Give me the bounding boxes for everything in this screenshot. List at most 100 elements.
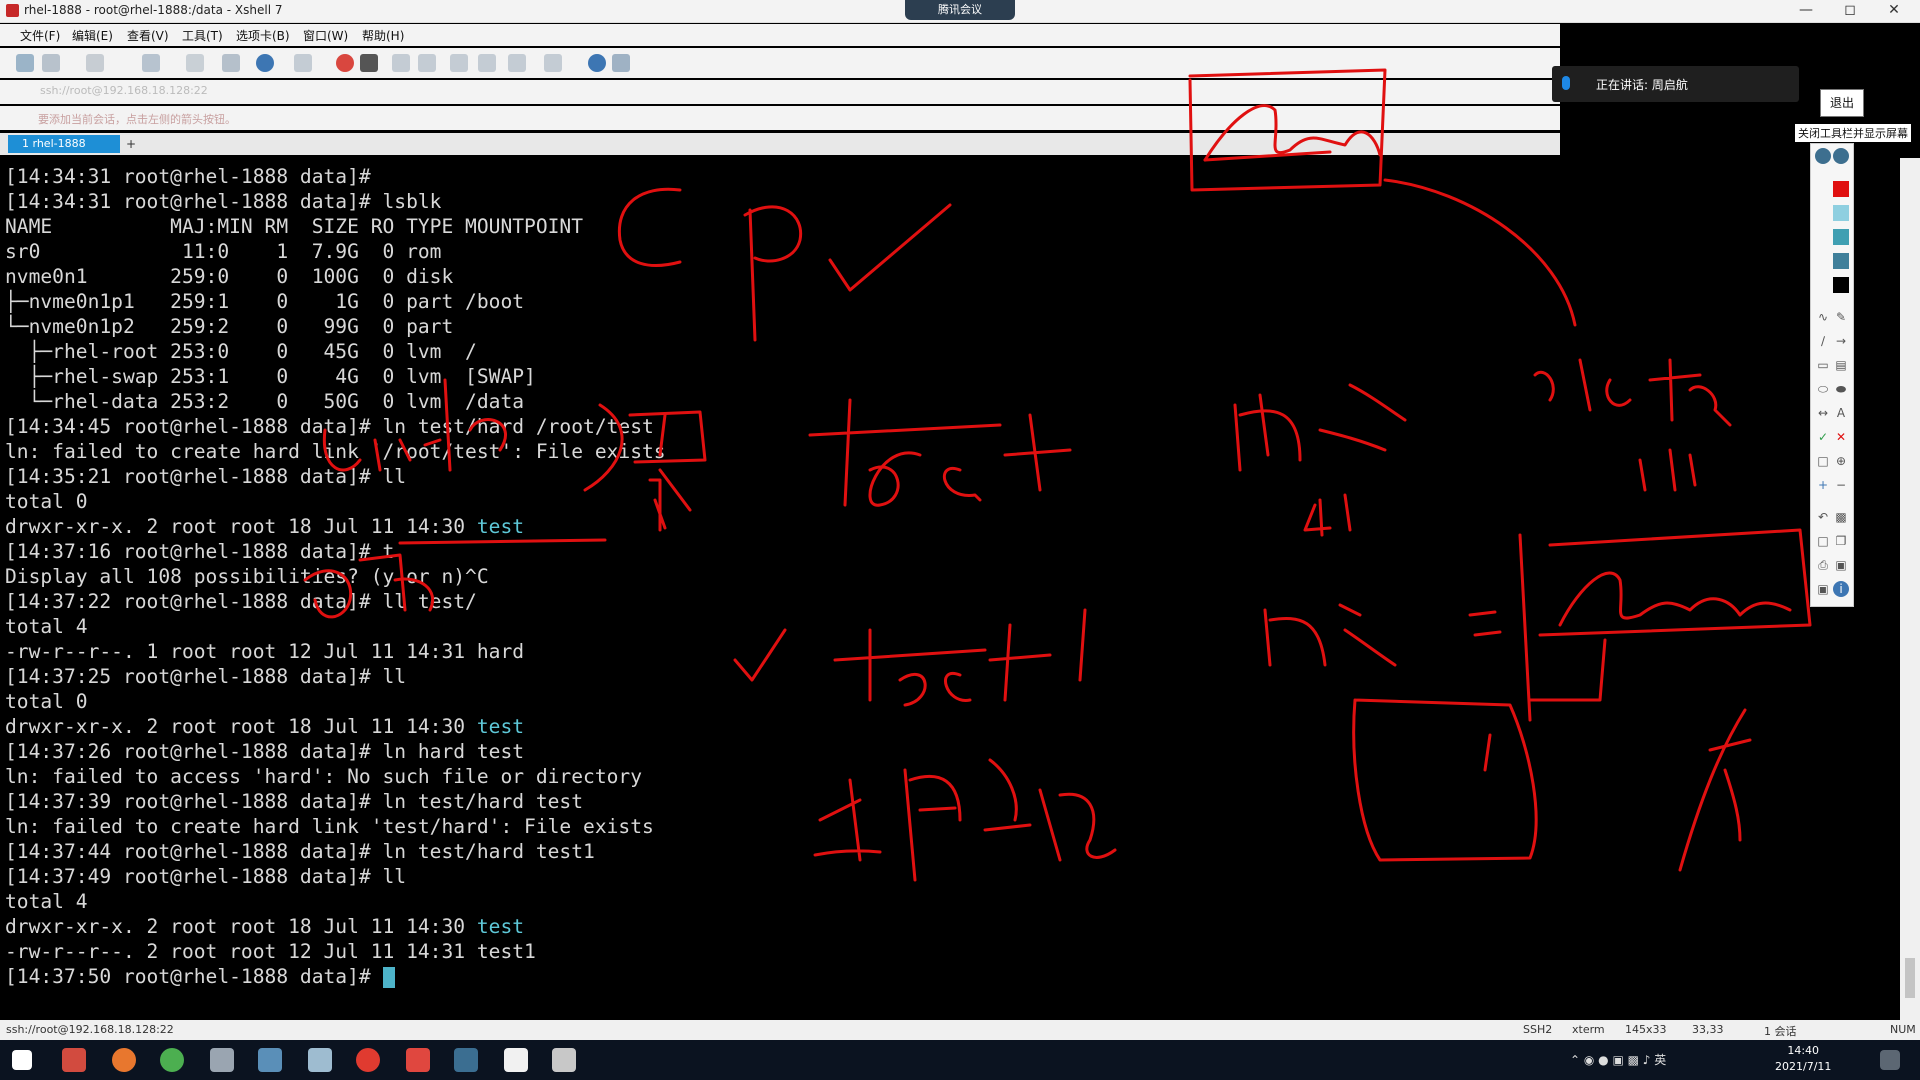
find-icon[interactable]: [186, 54, 204, 72]
add-icon[interactable]: +: [1815, 477, 1831, 493]
menu-help[interactable]: 帮助(H): [362, 27, 404, 44]
layout-icon[interactable]: [508, 54, 526, 72]
terminal-line-text: [14:34:31 root@rhel-1888 data]# lsblk: [5, 190, 442, 213]
menu-file[interactable]: 文件(F): [20, 27, 60, 44]
menu-tabs[interactable]: 选项卡(B): [236, 27, 290, 44]
exit-annotation-button[interactable]: 退出: [1820, 89, 1864, 117]
trash-icon[interactable]: ▩: [1833, 509, 1849, 525]
help-icon[interactable]: [588, 54, 606, 72]
globe-icon[interactable]: [256, 54, 274, 72]
firefox-icon[interactable]: [112, 1048, 136, 1072]
terminal-line: ln: failed to access 'hard': No such fil…: [5, 764, 666, 789]
meeting-badge[interactable]: 腾讯会议: [905, 0, 1015, 20]
highlighter-icon[interactable]: ✎: [1833, 309, 1849, 325]
xshell-taskbar-icon[interactable]: [406, 1048, 430, 1072]
terminal-line-text: ├─rhel-root 253:0 0 45G 0 lvm /: [5, 340, 477, 363]
freehand-icon[interactable]: ∿: [1815, 309, 1831, 325]
double-arrow-icon[interactable]: ↔: [1815, 405, 1831, 421]
minus-icon[interactable]: −: [1833, 477, 1849, 493]
terminal-line-text: -rw-r--r--. 2 root root 12 Jul 11 14:31 …: [5, 940, 536, 963]
lock-icon[interactable]: [418, 54, 436, 72]
menu-bar: 文件(F) 编辑(E) 查看(V) 工具(T) 选项卡(B) 窗口(W) 帮助(…: [0, 24, 1560, 46]
terminal-line: [14:37:49 root@rhel-1888 data]# ll: [5, 864, 666, 889]
color-blue-icon[interactable]: [1833, 253, 1849, 269]
undo-icon[interactable]: ↶: [1815, 509, 1831, 525]
windows-start-icon[interactable]: [12, 1050, 32, 1070]
color-black-icon[interactable]: [1833, 277, 1849, 293]
taskbar-clock[interactable]: 14:40 2021/7/11: [1775, 1043, 1831, 1075]
copy-icon[interactable]: [142, 54, 160, 72]
chrome-icon[interactable]: [160, 1048, 184, 1072]
settings-icon[interactable]: [222, 54, 240, 72]
address-text: ssh://root@192.168.18.128:22: [40, 84, 208, 97]
meeting-taskbar-icon[interactable]: [552, 1048, 576, 1072]
vmware-icon[interactable]: [258, 1048, 282, 1072]
minimize-icon[interactable]: —: [1786, 0, 1826, 22]
tab-rhel-1888[interactable]: 1 rhel-1888: [8, 135, 120, 153]
menu-view[interactable]: 查看(V): [127, 27, 169, 44]
taskbar-app-1-icon[interactable]: [62, 1048, 86, 1072]
cross-stamp-icon[interactable]: ✕: [1833, 429, 1849, 445]
select-icon[interactable]: □: [1815, 453, 1831, 469]
session-hint-bar: 要添加当前会话，点击左侧的箭头按钮。: [0, 106, 1560, 130]
save-icon[interactable]: ▣: [1833, 557, 1849, 573]
screenshot-icon[interactable]: ▣: [1815, 581, 1831, 597]
photo-icon[interactable]: [454, 1048, 478, 1072]
ellipse-icon[interactable]: ⬭: [1815, 381, 1831, 397]
typora-icon[interactable]: [504, 1048, 528, 1072]
menu-window[interactable]: 窗口(W): [303, 27, 348, 44]
reconnect-icon[interactable]: [86, 54, 104, 72]
line-icon[interactable]: ∕: [1815, 333, 1831, 349]
terminal-line: [14:37:39 root@rhel-1888 data]# ln test/…: [5, 789, 666, 814]
font-icon[interactable]: [294, 54, 312, 72]
terminal-line-text: drwxr-xr-x. 2 root root 18 Jul 11 14:30: [5, 715, 477, 738]
xftp-icon[interactable]: [336, 54, 354, 72]
status-sessions: 1 会话: [1764, 1025, 1797, 1038]
notepad-icon[interactable]: [308, 1048, 332, 1072]
add-tab-icon[interactable]: +: [122, 135, 140, 153]
info-icon[interactable]: i: [1833, 581, 1849, 597]
chat-icon[interactable]: [612, 54, 630, 72]
status-size: 145x33: [1625, 1023, 1667, 1036]
terminal-line: [14:35:21 root@rhel-1888 data]# ll: [5, 464, 666, 489]
terminal-line: ├─rhel-swap 253:1 0 4G 0 lvm [SWAP]: [5, 364, 666, 389]
terminal-pane[interactable]: [14:34:31 root@rhel-1888 data]# [14:34:31…: [0, 158, 1790, 1020]
notification-icon[interactable]: [1880, 1050, 1900, 1070]
text-icon[interactable]: A: [1833, 405, 1849, 421]
menu-tools[interactable]: 工具(T): [182, 27, 223, 44]
print-icon[interactable]: ⎙: [1815, 557, 1831, 573]
explorer-icon[interactable]: [210, 1048, 234, 1072]
new-session-icon[interactable]: [16, 54, 34, 72]
copy-page-icon[interactable]: ❐: [1833, 533, 1849, 549]
color-teal-icon[interactable]: [1833, 229, 1849, 245]
maximize-icon[interactable]: ◻: [1830, 0, 1870, 22]
system-tray[interactable]: ⌃ ◉ ● ▣ ▩ ♪ 英: [1570, 1051, 1666, 1068]
menu-edit[interactable]: 编辑(E): [72, 27, 113, 44]
pen-size-large-icon[interactable]: [1833, 148, 1849, 164]
close-icon[interactable]: ✕: [1874, 0, 1914, 22]
script-icon[interactable]: [478, 54, 496, 72]
filled-ellipse-icon[interactable]: ⬬: [1833, 381, 1849, 397]
ime-indicator[interactable]: 英: [1654, 1053, 1666, 1067]
xftp-taskbar-icon[interactable]: [356, 1048, 380, 1072]
mosaic-icon[interactable]: ▤: [1833, 357, 1849, 373]
rectangle-icon[interactable]: ▭: [1815, 357, 1831, 373]
keyboard-icon[interactable]: [450, 54, 468, 72]
open-folder-icon[interactable]: [42, 54, 60, 72]
terminal-scrollbar[interactable]: [1900, 158, 1920, 1020]
record-icon[interactable]: [360, 54, 378, 72]
terminal-line-text: nvme0n1 259:0 0 100G 0 disk: [5, 265, 454, 288]
color-red-icon[interactable]: [1833, 181, 1849, 197]
fullscreen-icon[interactable]: [392, 54, 410, 72]
color-lightblue-icon[interactable]: [1833, 205, 1849, 221]
zoom-icon[interactable]: ⊕: [1833, 453, 1849, 469]
page-icon[interactable]: □: [1815, 533, 1831, 549]
compose-icon[interactable]: [544, 54, 562, 72]
arrow-icon[interactable]: →: [1833, 333, 1849, 349]
check-stamp-icon[interactable]: ✓: [1815, 429, 1831, 445]
address-bar[interactable]: ssh://root@192.168.18.128:22: [0, 80, 1560, 104]
toolbar: [0, 48, 1560, 78]
scrollbar-thumb[interactable]: [1905, 958, 1915, 998]
pen-size-small-icon[interactable]: [1815, 148, 1831, 164]
terminal-line: ├─nvme0n1p1 259:1 0 1G 0 part /boot: [5, 289, 666, 314]
